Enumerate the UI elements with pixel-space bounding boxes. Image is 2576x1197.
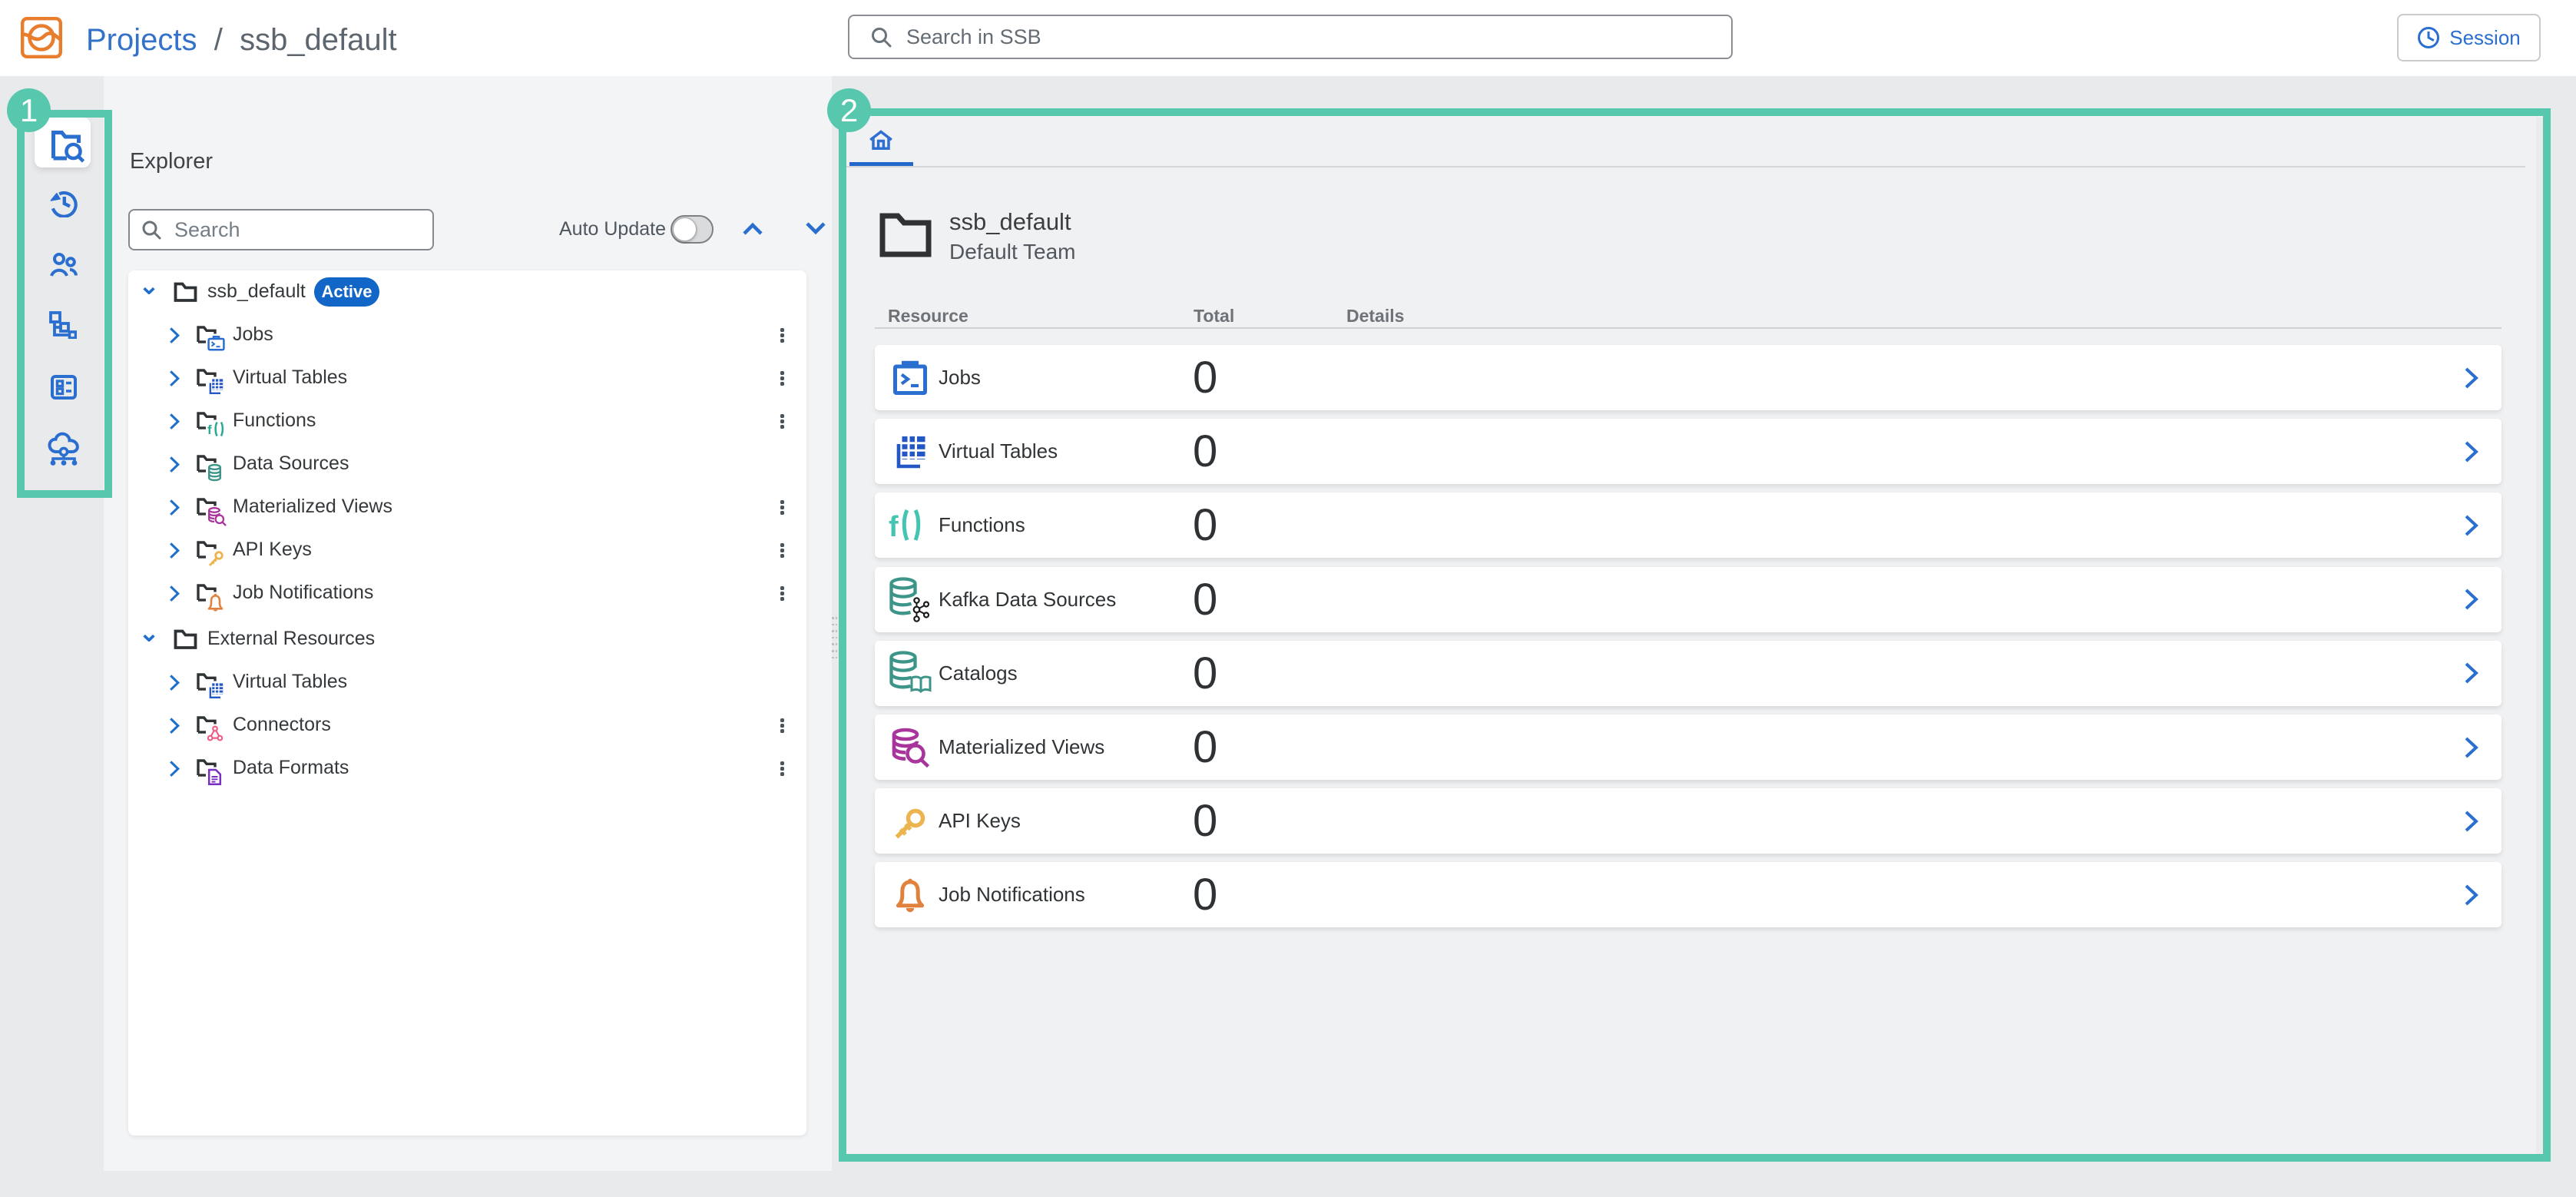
svg-text:f: f xyxy=(207,423,212,437)
